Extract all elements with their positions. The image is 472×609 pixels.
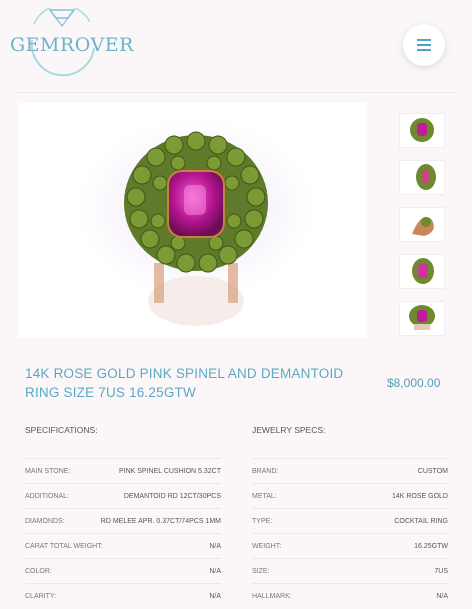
thumbnail[interactable] [399, 207, 445, 242]
thumbnail[interactable] [399, 160, 445, 195]
spec-label: MAIN STONE: [25, 467, 71, 475]
gemrover-logo[interactable]: GEMROVER [10, 8, 134, 78]
spec-label: DIAMONDS: [25, 517, 65, 525]
spec-label: METAL: [252, 492, 277, 500]
thumbnail-list [399, 113, 445, 348]
spec-row: CARAT TOTAL WEIGHT: N/A [25, 533, 221, 558]
spec-row: MAIN STONE: PINK SPINEL CUSHION 5.32CT [25, 458, 221, 483]
ring-photo [18, 103, 367, 338]
spec-label: BRAND: [252, 467, 279, 475]
spec-label: COLOR: [25, 567, 52, 575]
jewelry-specs-table: JEWELRY SPECS: BRAND: CUSTOM METAL: 14K RO… [252, 424, 448, 608]
spec-row: BRAND: CUSTOM [252, 458, 448, 483]
spec-value: CUSTOM [417, 467, 448, 475]
spec-label: TYPE: [252, 517, 273, 525]
thumbnail[interactable] [399, 301, 445, 336]
spec-row: TYPE: COCKTAIL RING [252, 508, 448, 533]
spec-row: METAL: 14K ROSE GOLD [252, 483, 448, 508]
specifications-table: SPECIFICATIONS: MAIN STONE: PINK SPINEL C… [25, 424, 221, 608]
spec-row: WEIGHT: 16.25GTW [252, 533, 448, 558]
menu-button[interactable] [403, 24, 445, 66]
spec-row: ADDITIONAL: DEMANTOID RD 12CT/30PCS [25, 483, 221, 508]
product-main-image[interactable] [18, 103, 367, 338]
spec-value: 16.25GTW [414, 542, 448, 550]
spec-value: PINK SPINEL CUSHION 5.32CT [118, 467, 221, 475]
spec-value: 7US [434, 567, 448, 575]
header-divider [16, 92, 456, 93]
thumbnail[interactable] [399, 254, 445, 289]
specifications-heading: SPECIFICATIONS: [25, 425, 98, 435]
spec-row: DIAMONDS: RD MELEE APR. 0.37CT/74PCS 1MM [25, 508, 221, 533]
spec-label: WEIGHT: [252, 542, 282, 550]
spec-value: RD MELEE APR. 0.37CT/74PCS 1MM [100, 517, 221, 525]
jewelry-specs-heading: JEWELRY SPECS: [252, 425, 326, 435]
spec-value: 14K ROSE GOLD [391, 492, 448, 500]
site-header: GEMROVER [0, 0, 472, 90]
spec-row: COLOR: N/A [25, 558, 221, 583]
spec-label: CARAT TOTAL WEIGHT: [25, 542, 103, 550]
spec-value: N/A [209, 567, 221, 575]
product-price: $8,000.00 [387, 376, 441, 390]
thumbnail[interactable] [399, 113, 445, 148]
spec-value: COCKTAIL RING [394, 517, 448, 525]
spec-value: DEMANTOID RD 12CT/30PCS [123, 492, 221, 500]
product-title: 14K ROSE GOLD PINK SPINEL AND DEMANTOID … [25, 366, 344, 400]
spec-row: HALLMARK: N/A [252, 583, 448, 608]
spec-row: SIZE: 7US [252, 558, 448, 583]
spec-row: CLARITY: N/A [25, 583, 221, 608]
spec-value: N/A [436, 592, 448, 600]
brand-name: GEMROVER [10, 34, 134, 56]
spec-label: CLARITY: [25, 592, 57, 600]
hamburger-icon [417, 39, 431, 51]
spec-value: N/A [209, 592, 221, 600]
spec-label: ADDITIONAL: [25, 492, 69, 500]
spec-label: HALLMARK: [252, 592, 292, 600]
spec-label: SIZE: [252, 567, 270, 575]
spec-value: N/A [209, 542, 221, 550]
